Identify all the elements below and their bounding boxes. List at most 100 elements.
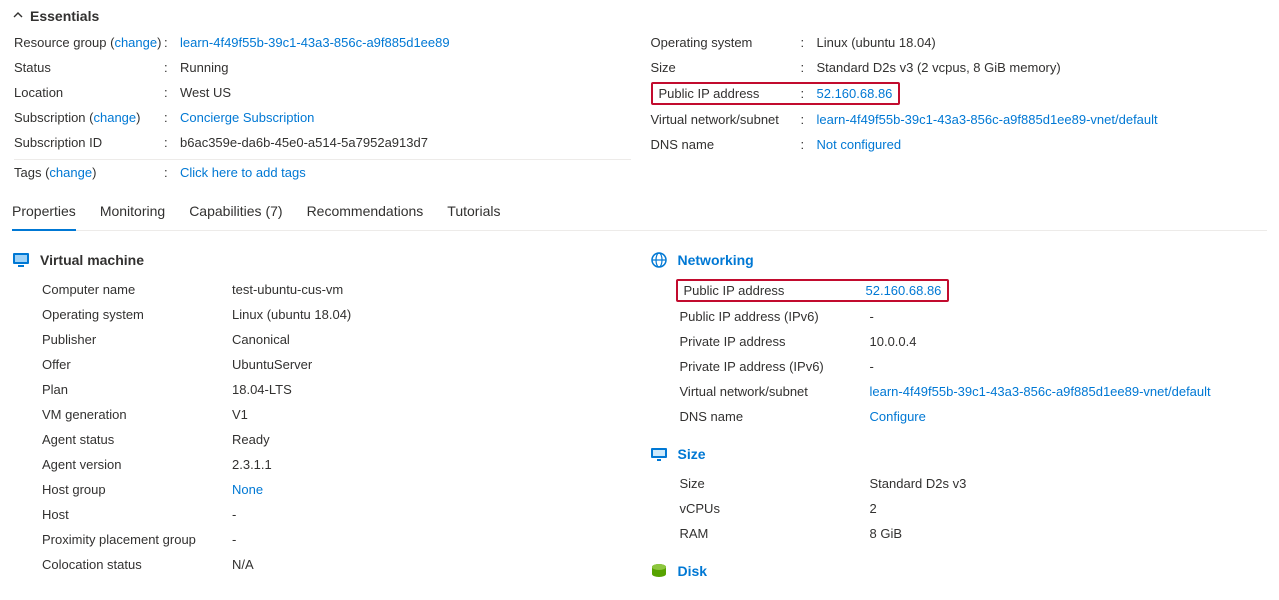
label-location: Location xyxy=(14,85,164,100)
tab-tutorials[interactable]: Tutorials xyxy=(447,195,500,230)
prop-value: - xyxy=(232,507,236,522)
disk-section-title[interactable]: Disk xyxy=(678,563,708,579)
label-public-ip: Public IP address xyxy=(659,86,801,101)
prop-value: 10.0.0.4 xyxy=(870,334,917,349)
prop-label: Agent version xyxy=(42,457,232,472)
value-dns[interactable]: Not configured xyxy=(811,137,902,152)
value-status: Running xyxy=(174,60,228,75)
section-size[interactable]: Size xyxy=(650,429,1268,471)
prop-value[interactable]: 52.160.68.86 xyxy=(866,283,942,298)
essentials-row-os: Operating system : Linux (ubuntu 18.04) xyxy=(651,30,1268,55)
label-subscription: Subscription (change) xyxy=(14,110,164,125)
label-subscription-id: Subscription ID xyxy=(14,135,164,150)
prop-value: 2 xyxy=(870,501,877,516)
vm-icon xyxy=(12,251,30,269)
prop-value: N/A xyxy=(232,557,254,572)
prop-row: Private IP address (IPv6)- xyxy=(650,354,1268,379)
tab-monitoring[interactable]: Monitoring xyxy=(100,195,165,230)
value-size: Standard D2s v3 (2 vcpus, 8 GiB memory) xyxy=(811,60,1061,75)
chevron-up-icon xyxy=(12,8,24,24)
essentials-row-location: Location : West US xyxy=(14,80,631,105)
prop-label: Private IP address (IPv6) xyxy=(680,359,870,374)
prop-value[interactable]: learn-4f49f55b-39c1-43a3-856c-a9f885d1ee… xyxy=(870,384,1211,399)
tab-properties[interactable]: Properties xyxy=(12,195,76,231)
prop-value: UbuntuServer xyxy=(232,357,312,372)
prop-value: - xyxy=(232,532,236,547)
change-resource-group[interactable]: change xyxy=(114,35,157,50)
prop-label: Host xyxy=(42,507,232,522)
prop-row: PublisherCanonical xyxy=(12,327,630,352)
essentials-row-subscription-id: Subscription ID : b6ac359e-da6b-45e0-a51… xyxy=(14,130,631,155)
prop-row: Host groupNone xyxy=(12,477,630,502)
value-os: Linux (ubuntu 18.04) xyxy=(811,35,936,50)
prop-row: Proximity placement group- xyxy=(12,527,630,552)
label-vnet: Virtual network/subnet xyxy=(651,112,801,127)
section-virtual-machine: Virtual machine xyxy=(12,247,630,277)
prop-label: Proximity placement group xyxy=(42,532,232,547)
networking-icon xyxy=(650,251,668,269)
prop-value[interactable]: Configure xyxy=(870,409,926,424)
prop-label: Host group xyxy=(42,482,232,497)
prop-row: Public IP address (IPv6)- xyxy=(650,304,1268,329)
label-tags: Tags (change) xyxy=(14,165,164,180)
prop-row: VM generationV1 xyxy=(12,402,630,427)
change-tags[interactable]: change xyxy=(49,165,92,180)
change-subscription[interactable]: change xyxy=(93,110,136,125)
prop-value: 8 GiB xyxy=(870,526,903,541)
networking-section-title[interactable]: Networking xyxy=(678,252,754,268)
essentials-row-size: Size : Standard D2s v3 (2 vcpus, 8 GiB m… xyxy=(651,55,1268,80)
prop-value[interactable]: None xyxy=(232,482,263,497)
section-networking[interactable]: Networking xyxy=(650,247,1268,277)
value-location: West US xyxy=(174,85,231,100)
prop-value: Canonical xyxy=(232,332,290,347)
essentials-col-left: Resource group (change) : learn-4f49f55b… xyxy=(14,30,631,185)
section-col-left: Virtual machine Computer nametest-ubuntu… xyxy=(12,247,630,588)
essentials-col-right: Operating system : Linux (ubuntu 18.04) … xyxy=(651,30,1268,185)
essentials-toggle[interactable]: Essentials xyxy=(12,4,1267,30)
prop-label: Agent status xyxy=(42,432,232,447)
prop-value: test-ubuntu-cus-vm xyxy=(232,282,343,297)
essentials-row-dns: DNS name : Not configured xyxy=(651,132,1268,157)
prop-row: DNS nameConfigure xyxy=(650,404,1268,429)
prop-row: Host- xyxy=(12,502,630,527)
prop-row: Operating systemLinux (ubuntu 18.04) xyxy=(12,302,630,327)
value-tags[interactable]: Click here to add tags xyxy=(174,165,306,180)
label-dns: DNS name xyxy=(651,137,801,152)
prop-label: Virtual network/subnet xyxy=(680,384,870,399)
prop-label: Plan xyxy=(42,382,232,397)
prop-label: Size xyxy=(680,476,870,491)
essentials-panel: Resource group (change) : learn-4f49f55b… xyxy=(12,30,1267,185)
value-resource-group[interactable]: learn-4f49f55b-39c1-43a3-856c-a9f885d1ee… xyxy=(174,35,450,50)
essentials-row-status: Status : Running xyxy=(14,55,631,80)
prop-label: Private IP address xyxy=(680,334,870,349)
prop-value: - xyxy=(870,359,874,374)
public-ip-highlight-row: Public IP address52.160.68.86 xyxy=(676,279,950,302)
prop-label: vCPUs xyxy=(680,501,870,516)
tabs: Properties Monitoring Capabilities (7) R… xyxy=(12,185,1267,231)
prop-value: V1 xyxy=(232,407,248,422)
value-public-ip[interactable]: 52.160.68.86 xyxy=(811,86,893,101)
tab-recommendations[interactable]: Recommendations xyxy=(307,195,424,230)
essentials-row-subscription: Subscription (change) : Concierge Subscr… xyxy=(14,105,631,130)
prop-label: Publisher xyxy=(42,332,232,347)
size-section-title[interactable]: Size xyxy=(678,446,706,462)
prop-row: OfferUbuntuServer xyxy=(12,352,630,377)
prop-value: Linux (ubuntu 18.04) xyxy=(232,307,351,322)
prop-value: 2.3.1.1 xyxy=(232,457,272,472)
essentials-row-tags: Tags (change) : Click here to add tags xyxy=(14,160,631,185)
section-disk[interactable]: Disk xyxy=(650,546,1268,588)
label-resource-group: Resource group (change) xyxy=(14,35,164,50)
prop-row: Plan18.04-LTS xyxy=(12,377,630,402)
prop-row: Agent version2.3.1.1 xyxy=(12,452,630,477)
value-subscription-id: b6ac359e-da6b-45e0-a514-5a7952a913d7 xyxy=(174,135,428,150)
prop-row: Computer nametest-ubuntu-cus-vm xyxy=(12,277,630,302)
value-vnet[interactable]: learn-4f49f55b-39c1-43a3-856c-a9f885d1ee… xyxy=(811,112,1158,127)
prop-row: SizeStandard D2s v3 xyxy=(650,471,1268,496)
size-icon xyxy=(650,445,668,463)
prop-label: Public IP address xyxy=(684,283,866,298)
essentials-row-public-ip: Public IP address : 52.160.68.86 xyxy=(651,80,1268,107)
tab-capabilities[interactable]: Capabilities (7) xyxy=(189,195,282,230)
prop-value: 18.04-LTS xyxy=(232,382,292,397)
value-subscription[interactable]: Concierge Subscription xyxy=(174,110,314,125)
prop-label: DNS name xyxy=(680,409,870,424)
